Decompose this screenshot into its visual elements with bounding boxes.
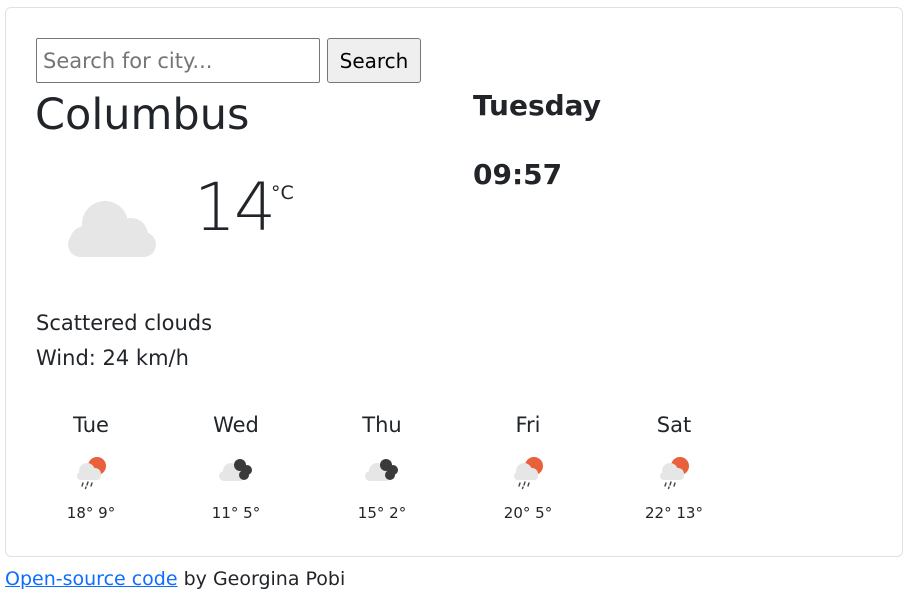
temperature-unit: °C [271,182,294,204]
forecast-day: Thu 15° 2° [327,407,437,532]
wind-value: 24 km/h [102,346,189,370]
forecast-day: Sat 22° 13° [619,407,729,532]
forecast-high: 15° [357,504,385,522]
forecast-temps: 18° 9° [36,503,146,523]
current-temperature: 14 [194,169,276,246]
current-day: Tuesday [473,89,601,122]
footer-credit: by Georgina Pobi [177,568,346,590]
forecast-day: Tue 18° 9° [36,407,146,532]
forecast-high: 22° [645,504,672,522]
forecast-temps: 22° 13° [619,503,729,523]
sun-rain-icon [654,451,694,491]
search-input[interactable] [36,38,320,83]
forecast-low: 5° [535,504,553,522]
forecast-temps: 15° 2° [327,503,437,523]
forecast-day: Wed 11° 5° [181,407,291,532]
dark-clouds-icon [362,451,402,491]
forecast-day-name: Tue [73,413,109,437]
city-name: Columbus [35,90,250,140]
current-time: 09:57 [473,158,563,191]
footer: Open-source code by Georgina Pobi [5,566,345,592]
forecast-day-name: Fri [515,413,541,437]
forecast-low: 13° [676,504,703,522]
wind-label: Wind: [36,346,103,370]
sun-rain-icon [508,451,548,491]
forecast-day: Fri 20° 5° [473,407,583,532]
forecast-temps: 20° 5° [473,503,583,523]
forecast-temps: 11° 5° [181,503,291,523]
forecast-high: 11° [211,504,239,522]
forecast-low: 2° [389,504,407,522]
cloud-icon [60,192,164,264]
forecast-low: 9° [98,504,116,522]
search-button[interactable]: Search [327,38,421,83]
forecast-high: 18° [66,504,94,522]
forecast-day-name: Wed [213,413,259,437]
sun-rain-icon [71,451,111,491]
forecast-day-name: Sat [656,413,692,437]
forecast-high: 20° [503,504,531,522]
wind-speed: Wind: 24 km/h [36,344,189,372]
forecast-low: 5° [243,504,261,522]
dark-clouds-icon [216,451,256,491]
forecast-day-name: Thu [362,413,402,437]
source-code-link[interactable]: Open-source code [5,568,178,590]
weather-description: Scattered clouds [36,311,213,335]
forecast: Tue 18° 9° Wed 11° 5° Thu 15° 2° Fri 20°… [36,407,766,532]
